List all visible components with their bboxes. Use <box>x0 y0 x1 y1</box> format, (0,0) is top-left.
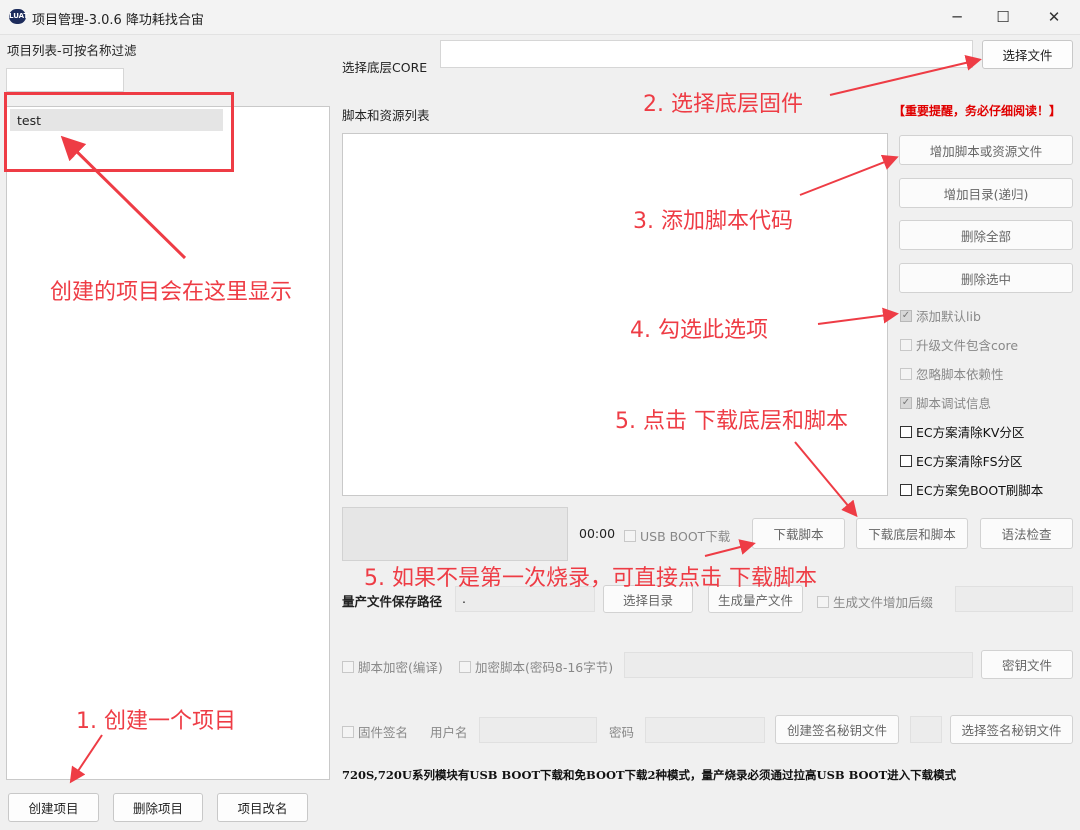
arrow-to-download-script <box>704 539 756 557</box>
annotation-project-list-hint: 创建的项目会在这里显示 <box>50 280 293 305</box>
arrow-to-project-list <box>60 135 187 260</box>
arrow-to-create-project <box>69 734 103 784</box>
annotation-step2: 2. 选择底层固件 <box>643 92 803 117</box>
annotation-step5b: 5. 如果不是第一次烧录，可直接点击 下载脚本 <box>364 566 817 591</box>
annotation-step3: 3. 添加脚本代码 <box>633 209 793 234</box>
arrow-to-default-lib <box>817 307 899 325</box>
annotation-step1: 1. 创建一个项目 <box>76 709 236 734</box>
arrow-to-add-script <box>799 154 899 196</box>
annotation-step5a: 5. 点击 下载底层和脚本 <box>615 409 848 434</box>
annotation-step4: 4. 勾选此选项 <box>630 318 768 343</box>
arrow-to-download-core <box>794 441 858 518</box>
arrow-to-select-file <box>829 54 982 96</box>
